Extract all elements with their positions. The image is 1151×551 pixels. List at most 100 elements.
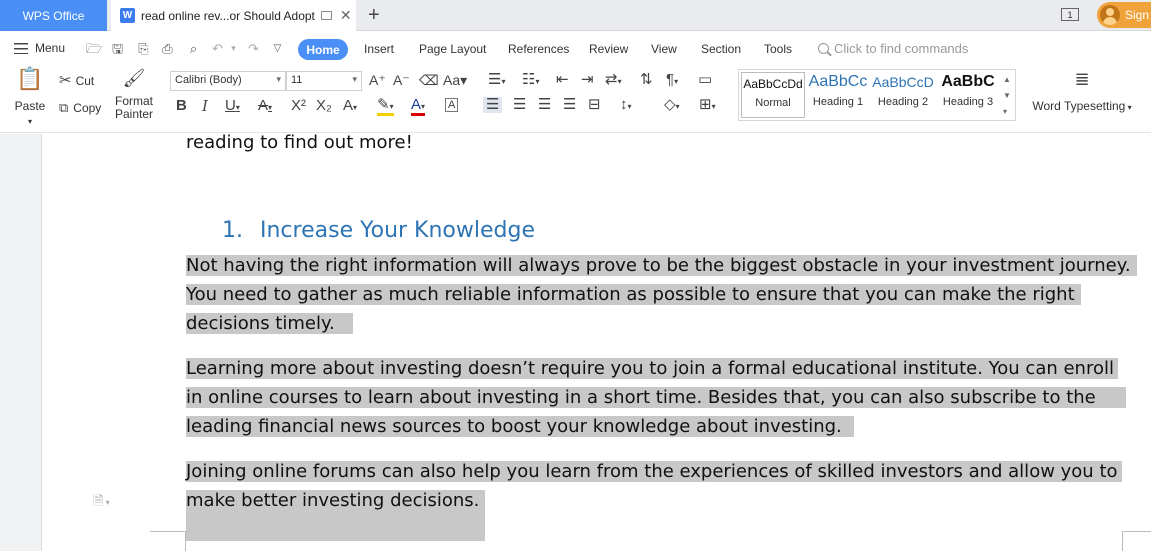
wps-office-tab-label: WPS Office — [22, 8, 85, 23]
styles-scroll-arrows[interactable]: ▲ ▼ ▾ — [1003, 72, 1011, 120]
menu-bar: Menu 🗁 🖫 ⎘ ⎙ ⌕ ↶ ▾ ↷ ▽ Home Insert Page … — [0, 32, 1151, 65]
highlight-icon[interactable]: ✎▾ — [377, 97, 394, 116]
shading-icon[interactable]: ◇▾ — [664, 97, 680, 115]
tab-references[interactable]: References — [508, 42, 569, 56]
styles-gallery: AaBbCcDd Normal AaBbCc Heading 1 AaBbCcD… — [738, 69, 1016, 121]
sign-in-button[interactable]: Sign — [1097, 2, 1151, 28]
increase-indent-icon[interactable]: ⇥ — [581, 72, 594, 88]
wps-office-tab[interactable]: WPS Office — [0, 0, 107, 31]
line-spacing-icon[interactable]: ↕▾ — [620, 97, 632, 115]
grow-font-icon[interactable]: A⁺ — [369, 72, 386, 88]
hamburger-icon — [14, 42, 28, 54]
monitor-icon[interactable] — [320, 11, 332, 20]
heading-number: 1. — [222, 218, 243, 243]
text-effects-icon[interactable]: A▾ — [343, 98, 357, 116]
page-corner-right — [1122, 531, 1151, 551]
p1-line-1: Not having the right information will al… — [186, 255, 1137, 276]
heading-increase-knowledge: 1. Increase Your Knowledge — [222, 218, 535, 243]
copy-button[interactable]: ⧉ Copy — [59, 100, 101, 116]
format-painter-label-2: Painter — [114, 107, 154, 121]
style-heading-1-preview: AaBbCc — [808, 73, 868, 90]
direction-icon[interactable]: ⇄▾ — [605, 72, 622, 90]
scissors-icon: ✂ — [59, 72, 72, 89]
align-left-icon[interactable]: ☰ — [483, 97, 503, 113]
paragraph-mark-icon[interactable]: ¶▾ — [666, 72, 678, 90]
paragraph-3: Joining online forums can also help you … — [186, 457, 1122, 541]
paste-button[interactable]: 📋 Paste ▾ — [12, 66, 48, 127]
style-normal[interactable]: AaBbCcDd Normal — [741, 72, 805, 118]
paragraph-2: Learning more about investing doesn’t re… — [186, 354, 1126, 441]
new-tab-button[interactable]: + — [368, 4, 380, 27]
decrease-indent-icon[interactable]: ⇤ — [556, 72, 569, 88]
tab-tools[interactable]: Tools — [764, 42, 792, 56]
word-typesetting-button[interactable]: ≣ Word Typesetting ▾ — [1030, 69, 1134, 113]
typesetting-icon: ≣ — [1074, 69, 1090, 89]
italic-icon[interactable]: I — [202, 98, 208, 114]
tab-home-label: Home — [306, 42, 340, 57]
title-bar: WPS Office W read online rev...or Should… — [0, 0, 1151, 31]
paintbrush-icon: 🖌 — [122, 68, 146, 88]
save-icon[interactable]: 🖫 — [110, 41, 125, 56]
undo-icon[interactable]: ↶ — [210, 41, 225, 56]
font-color-icon[interactable]: A▾ — [411, 97, 426, 116]
numbering-icon[interactable]: ☷▾ — [522, 72, 539, 90]
clear-format-icon[interactable]: ⌫ — [419, 72, 439, 88]
tab-section[interactable]: Section — [701, 42, 741, 56]
change-case-icon[interactable]: Aa▾ — [443, 72, 467, 88]
print-icon[interactable]: ⎙ — [160, 41, 175, 56]
tab-home[interactable]: Home — [298, 39, 348, 60]
font-name-select[interactable]: Calibri (Body) — [170, 71, 286, 91]
align-right-icon[interactable]: ☰ — [538, 97, 551, 113]
underline-icon[interactable]: U▾ — [225, 98, 240, 116]
customize-toolbar-icon[interactable]: ▽ — [270, 41, 285, 56]
search-placeholder: Click to find commands — [834, 41, 969, 56]
p2-line-2: in online courses to learn about investi… — [186, 387, 1126, 408]
character-border-icon[interactable]: A — [445, 98, 459, 112]
tab-insert[interactable]: Insert — [364, 42, 394, 56]
print-preview-icon[interactable]: ⌕ — [186, 41, 201, 56]
subscript-icon[interactable]: X₂ — [316, 98, 332, 114]
page-corner-left — [150, 531, 186, 551]
heading-text: Increase Your Knowledge — [260, 218, 535, 243]
home-ribbon: 📋 Paste ▾ ✂ Cut ⧉ Copy 🖌 Format Painter … — [0, 65, 1151, 133]
style-heading-2-preview: AaBbCcD — [872, 74, 934, 90]
shrink-font-icon[interactable]: A⁻ — [393, 72, 410, 88]
document-options-icon[interactable]: 🗎 ▾ — [93, 492, 110, 514]
font-size-select[interactable]: 11 — [286, 71, 362, 91]
paste-label: Paste — [14, 99, 46, 113]
format-painter-button[interactable]: 🖌 Format Painter — [112, 68, 156, 121]
p1-line-3: decisions timely. — [186, 313, 353, 334]
close-tab-icon[interactable]: ✕ — [340, 7, 352, 24]
tab-page-layout[interactable]: Page Layout — [419, 42, 486, 56]
style-heading-2[interactable]: AaBbCcD Heading 2 — [871, 72, 935, 118]
redo-icon[interactable]: ↷ — [246, 41, 261, 56]
align-center-icon[interactable]: ☰ — [513, 97, 526, 113]
distributed-icon[interactable]: ⊟ — [588, 97, 601, 113]
style-heading-1[interactable]: AaBbCc Heading 1 — [806, 72, 870, 118]
tab-view[interactable]: View — [651, 42, 677, 56]
strikethrough-icon[interactable]: A▾ — [258, 98, 272, 116]
tab-review[interactable]: Review — [589, 42, 628, 56]
command-search[interactable]: Click to find commands — [818, 41, 968, 56]
ruler-icon[interactable]: ▭ — [698, 72, 712, 88]
justify-icon[interactable]: ☰ — [563, 97, 576, 113]
borders-icon[interactable]: ⊞▾ — [699, 97, 716, 115]
p1-line-2: You need to gather as much reliable info… — [186, 284, 1081, 305]
window-count-icon[interactable]: 1 — [1061, 8, 1079, 21]
menu-button[interactable]: Menu — [14, 41, 65, 55]
bullets-icon[interactable]: ☰▾ — [488, 72, 505, 90]
clipboard-icon: 📋 — [16, 66, 44, 91]
document-tab[interactable]: W read online rev...or Should Adopt ✕ — [111, 0, 356, 31]
cut-button[interactable]: ✂ Cut — [59, 73, 94, 89]
sort-icon[interactable]: ⇅ — [640, 72, 653, 88]
bold-icon[interactable]: B — [176, 98, 187, 114]
avatar-icon — [1100, 5, 1120, 25]
menu-label: Menu — [35, 41, 66, 55]
superscript-icon[interactable]: X² — [291, 98, 306, 114]
document-tab-label: read online rev...or Should Adopt — [141, 8, 315, 23]
export-pdf-icon[interactable]: ⎘ — [136, 41, 151, 56]
open-folder-icon[interactable]: 🗁 — [86, 41, 102, 56]
undo-dropdown-icon[interactable]: ▾ — [226, 41, 241, 56]
style-heading-3[interactable]: AaBbC Heading 3 — [936, 72, 1000, 118]
p2-line-1: Learning more about investing doesn’t re… — [186, 358, 1118, 379]
